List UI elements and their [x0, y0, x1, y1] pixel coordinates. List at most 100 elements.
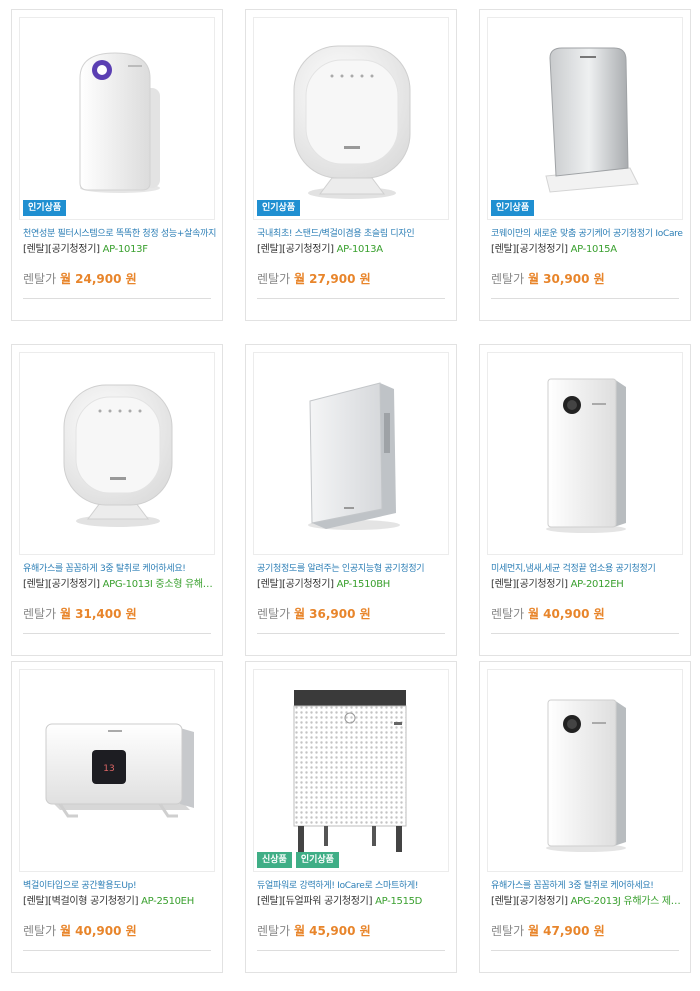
product-description[interactable]: 벽걸이타입으로 공간활용도Up!	[23, 878, 218, 891]
product-card[interactable]: 인기상품 국내최초! 스탠드/벽걸이겸용 초슬림 디자인 [렌탈][공기청정기]…	[245, 9, 457, 321]
product-name[interactable]: [렌탈][공기청정기] APG-2013J 유해가스 제…	[491, 892, 686, 907]
air-purifier-icon	[546, 699, 626, 852]
price-label: 렌탈가	[23, 924, 57, 938]
air-purifier-icon	[546, 378, 626, 533]
product-image[interactable]	[487, 352, 683, 555]
product-price: 렌탈가 월 47,900 원	[491, 922, 605, 939]
product-category: [렌탈][공기청정기]	[491, 244, 568, 255]
air-purifier-icon: 13	[45, 723, 194, 818]
price-amount: 월 24,900 원	[59, 272, 137, 286]
product-name[interactable]: [렌탈][공기청정기] AP-1013A	[257, 240, 452, 255]
product-description[interactable]: 유해가스를 꼼꼼하게 3중 탈취로 케어하세요!	[491, 878, 686, 891]
product-name[interactable]: [렌탈][듀얼파워 공기청정기] AP-1515D	[257, 892, 452, 907]
divider	[257, 633, 445, 634]
product-price: 렌탈가 월 24,900 원	[23, 270, 137, 287]
product-category: [렌탈][공기청정기]	[23, 244, 100, 255]
divider	[257, 950, 445, 951]
badge-group: 인기상품	[257, 200, 301, 216]
product-description[interactable]: 코웨이만의 새로운 맞춤 공기케어 공기청정기 IoCare	[491, 226, 686, 239]
product-description[interactable]: 공기청정도를 알려주는 인공지능형 공기청정기	[257, 561, 452, 574]
product-model: APG-1013I 중소형 유해…	[102, 579, 213, 590]
product-description[interactable]: 국내최초! 스탠드/벽걸이겸용 초슬림 디자인	[257, 226, 452, 239]
product-model: AP-1013A	[336, 244, 383, 255]
product-model: APG-2013J 유해가스 제…	[570, 896, 681, 907]
product-card[interactable]: 미세먼지,냄새,세균 걱정끝 업소용 공기청정기 [렌탈][공기청정기] AP-…	[479, 344, 691, 656]
product-name[interactable]: [렌탈][공기청정기] AP-2012EH	[491, 575, 686, 590]
product-image[interactable]: 신상품 인기상품	[253, 669, 449, 872]
popular-badge: 인기상품	[23, 200, 67, 216]
product-card[interactable]: 유해가스를 꼼꼼하게 3중 탈취로 케어하세요! [렌탈][공기청정기] APG…	[479, 661, 691, 973]
air-purifier-icon	[63, 384, 173, 527]
product-description[interactable]: 미세먼지,냄새,세균 걱정끝 업소용 공기청정기	[491, 561, 686, 574]
product-description[interactable]: 유해가스를 꼼꼼하게 3중 탈취로 케어하세요!	[23, 561, 218, 574]
product-name[interactable]: [렌탈][공기청정기] APG-1013I 중소형 유해…	[23, 575, 218, 590]
product-price: 렌탈가 월 45,900 원	[257, 922, 371, 939]
divider	[491, 633, 679, 634]
product-category: [렌탈][공기청정기]	[491, 896, 568, 907]
product-category: [렌탈][벽걸이형 공기청정기]	[23, 896, 139, 907]
popular-badge: 인기상품	[491, 200, 535, 216]
product-price: 렌탈가 월 27,900 원	[257, 270, 371, 287]
price-label: 렌탈가	[23, 272, 57, 286]
air-purifier-icon	[293, 45, 411, 199]
svg-text:13: 13	[103, 764, 114, 774]
product-category: [렌탈][공기청정기]	[491, 579, 568, 590]
product-model: AP-1015A	[570, 244, 617, 255]
air-purifier-icon	[293, 690, 407, 852]
divider	[23, 950, 211, 951]
product-name[interactable]: [렌탈][공기청정기] AP-1013F	[23, 240, 218, 255]
divider	[23, 633, 211, 634]
product-name[interactable]: [렌탈][공기청정기] AP-1015A	[491, 240, 686, 255]
divider	[23, 298, 211, 299]
badge-group: 인기상품	[23, 200, 67, 216]
product-card[interactable]: 유해가스를 꼼꼼하게 3중 탈취로 케어하세요! [렌탈][공기청정기] APG…	[11, 344, 223, 656]
price-amount: 월 47,900 원	[527, 924, 605, 938]
product-category: [렌탈][공기청정기]	[23, 579, 100, 590]
product-card[interactable]: 13 벽걸이타입으로 공간활용도Up! [렌탈][벽걸이형 공기청정기] AP-…	[11, 661, 223, 973]
product-price: 렌탈가 월 31,400 원	[23, 605, 137, 622]
product-name[interactable]: [렌탈][벽걸이형 공기청정기] AP-2510EH	[23, 892, 218, 907]
price-amount: 월 27,900 원	[293, 272, 371, 286]
product-card[interactable]: 공기청정도를 알려주는 인공지능형 공기청정기 [렌탈][공기청정기] AP-1…	[245, 344, 457, 656]
price-label: 렌탈가	[23, 607, 57, 621]
popular-badge: 인기상품	[257, 200, 301, 216]
product-card[interactable]: 인기상품 천연성분 필터시스템으로 똑똑한 청정 성능+살속까지 [렌탈][공기…	[11, 9, 223, 321]
product-grid: 인기상품 천연성분 필터시스템으로 똑똑한 청정 성능+살속까지 [렌탈][공기…	[0, 0, 700, 991]
price-label: 렌탈가	[491, 272, 525, 286]
product-image[interactable]: 인기상품	[487, 17, 683, 220]
product-model: AP-2012EH	[570, 579, 624, 590]
product-image[interactable]: 13	[19, 669, 215, 872]
price-label: 렌탈가	[491, 924, 525, 938]
product-model: AP-2510EH	[141, 896, 194, 907]
product-image[interactable]: 인기상품	[253, 17, 449, 220]
air-purifier-icon	[545, 47, 639, 193]
price-amount: 월 40,900 원	[527, 607, 605, 621]
product-price: 렌탈가 월 40,900 원	[23, 922, 137, 939]
product-model: AP-1515D	[375, 896, 423, 907]
new-badge: 신상품	[257, 852, 292, 868]
price-label: 렌탈가	[257, 607, 291, 621]
product-category: [렌탈][공기청정기]	[257, 579, 334, 590]
product-description[interactable]: 천연성분 필터시스템으로 똑똑한 청정 성능+살속까지	[23, 226, 218, 239]
product-model: AP-1510BH	[336, 579, 391, 590]
divider	[491, 950, 679, 951]
divider	[257, 298, 445, 299]
product-price: 렌탈가 월 40,900 원	[491, 605, 605, 622]
product-image[interactable]	[253, 352, 449, 555]
price-label: 렌탈가	[491, 607, 525, 621]
product-price: 렌탈가 월 30,900 원	[491, 270, 605, 287]
badge-group: 신상품 인기상품	[257, 852, 339, 868]
price-label: 렌탈가	[257, 924, 291, 938]
product-image[interactable]	[19, 352, 215, 555]
popular-badge: 인기상품	[295, 852, 339, 868]
product-card[interactable]: 인기상품 코웨이만의 새로운 맞춤 공기케어 공기청정기 IoCare [렌탈]…	[479, 9, 691, 321]
price-label: 렌탈가	[257, 272, 291, 286]
price-amount: 월 40,900 원	[59, 924, 137, 938]
price-amount: 월 45,900 원	[293, 924, 371, 938]
product-card[interactable]: 신상품 인기상품 듀얼파워로 강력하게! IoCare로 스마트하게! [렌탈]…	[245, 661, 457, 973]
product-category: [렌탈][공기청정기]	[257, 244, 334, 255]
product-image[interactable]	[487, 669, 683, 872]
product-image[interactable]: 인기상품	[19, 17, 215, 220]
product-name[interactable]: [렌탈][공기청정기] AP-1510BH	[257, 575, 452, 590]
product-description[interactable]: 듀얼파워로 강력하게! IoCare로 스마트하게!	[257, 878, 452, 891]
